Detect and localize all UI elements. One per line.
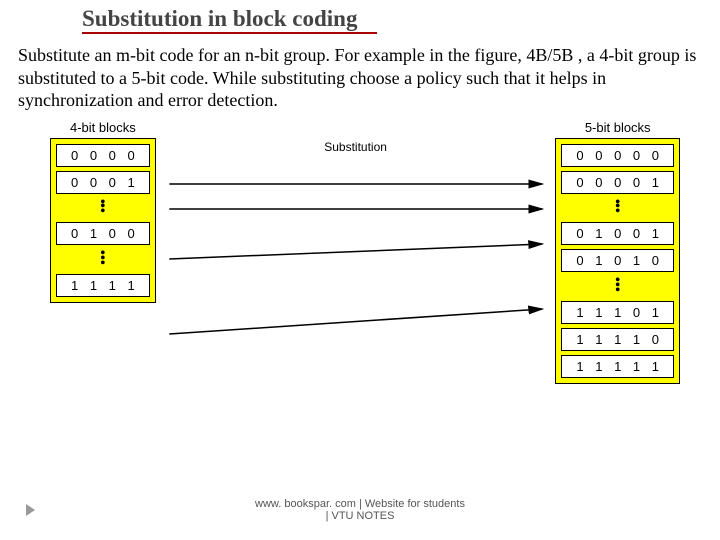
middle-column: Substitution: [156, 120, 556, 384]
code-cell: 0 0 0 1: [56, 171, 150, 194]
slide-title: Substitution in block coding: [82, 6, 377, 34]
code-cell: 0 1 0 1 0: [561, 249, 674, 272]
vdots-icon: •••: [615, 276, 620, 297]
code-cell: 0 0 0 0 1: [561, 171, 674, 194]
code-cell: 1 1 1 1 1: [561, 355, 674, 378]
footer-line-1: www. bookspar. com | Website for student…: [0, 498, 720, 510]
code-cell: 0 0 0 0 0: [561, 144, 674, 167]
code-cell: 0 0 0 0: [56, 144, 150, 167]
left-block: 0 0 0 0 0 0 0 1 ••• 0 1 0 0 ••• 1 1 1 1: [50, 138, 156, 303]
arrow-label: Substitution: [324, 140, 387, 154]
code-cell: 1 1 1 1 0: [561, 328, 674, 351]
vdots-icon: •••: [615, 198, 620, 219]
arrows-icon: [156, 154, 556, 374]
left-label: 4-bit blocks: [70, 120, 136, 135]
footer-line-2: | VTU NOTES: [0, 510, 720, 522]
left-column: 4-bit blocks 0 0 0 0 0 0 0 1 ••• 0 1 0 0…: [50, 120, 156, 384]
body-text: Substitute an m-bit code for an n-bit gr…: [18, 44, 702, 112]
right-column: 5-bit blocks 0 0 0 0 0 0 0 0 0 1 ••• 0 1…: [555, 120, 680, 384]
coding-diagram: 4-bit blocks 0 0 0 0 0 0 0 1 ••• 0 1 0 0…: [18, 120, 702, 384]
code-cell: 1 1 1 1: [56, 274, 150, 297]
footer: www. bookspar. com | Website for student…: [0, 498, 720, 522]
right-block: 0 0 0 0 0 0 0 0 0 1 ••• 0 1 0 0 1 0 1 0 …: [555, 138, 680, 384]
vdots-icon: •••: [100, 198, 105, 219]
code-cell: 0 1 0 0: [56, 222, 150, 245]
vdots-icon: •••: [100, 249, 105, 270]
code-cell: 0 1 0 0 1: [561, 222, 674, 245]
right-label: 5-bit blocks: [585, 120, 651, 135]
code-cell: 1 1 1 0 1: [561, 301, 674, 324]
